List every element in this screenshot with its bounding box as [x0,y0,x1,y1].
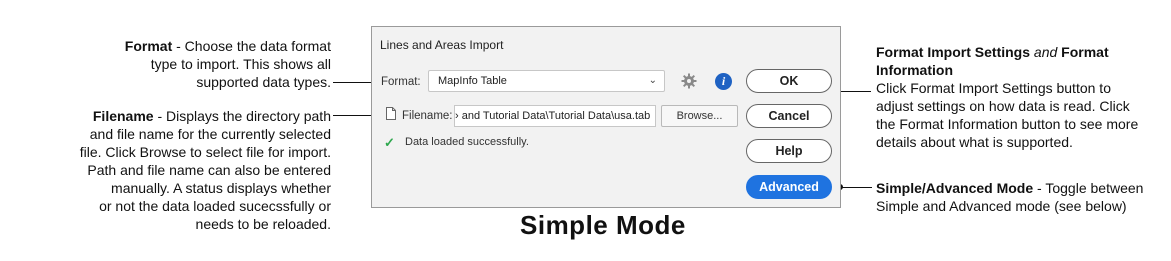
format-annotation-line: supported data types. [196,74,331,90]
settings-annotation-line: details about what is supported. [876,134,1073,150]
filename-annotation-line: file. Click Browse to select file for im… [79,144,331,160]
advanced-button[interactable]: Advanced [746,175,832,199]
mode-annotation-title: Simple/Advanced Mode [876,180,1034,196]
import-dialog: Lines and Areas Import Format: MapInfo T… [371,26,841,208]
mode-annotation: Simple/Advanced Mode - Toggle between Si… [876,179,1168,215]
settings-annotation-title1: Format Import Settings [876,44,1031,60]
cancel-button[interactable]: Cancel [746,104,832,128]
filename-label: Filename: [402,110,453,122]
format-annotation-line: - Choose the data format [176,38,331,54]
ok-button[interactable]: OK [746,69,832,93]
filename-leader-line [333,115,376,116]
chevron-down-icon: ⌄ [648,75,657,86]
format-leader-line [333,82,376,83]
dialog-title: Lines and Areas Import [380,38,504,52]
settings-annotation: Format Import Settings and Format Inform… [876,43,1168,151]
info-icon[interactable]: i [715,73,732,90]
filename-annotation-title: Filename [92,108,154,124]
browse-button[interactable]: Browse... [661,105,738,127]
format-annotation-title: Format [124,38,173,54]
filename-annotation-line: manually. A status displays whether [111,180,331,196]
mode-leader-line [840,187,872,188]
format-label: Format: [381,76,421,88]
filename-annotation-line: and file name for the currently selected [89,126,331,142]
mode-caption: Simple Mode [520,210,686,240]
format-annotation: Format - Choose the data format type to … [91,37,331,91]
help-button[interactable]: Help [746,139,832,163]
file-icon [386,107,396,120]
check-icon: ✓ [384,135,395,150]
settings-leader-line-vertical [870,91,871,92]
settings-annotation-and: and [1033,44,1058,60]
mode-annotation-line: - Toggle between [1037,180,1144,196]
settings-annotation-line: adjust settings on how data is read. Cli… [876,98,1130,114]
mode-annotation-line: Simple and Advanced mode (see below) [876,198,1127,214]
status-text: Data loaded successfully. [405,136,529,148]
filename-annotation-line: - Displays the directory path [157,108,331,124]
settings-annotation-line: the Format Information button to see mor… [876,116,1139,132]
format-select-value: MapInfo Table [438,75,507,87]
settings-annotation-line: Click Format Import Settings button to [876,80,1111,96]
format-select[interactable]: MapInfo Table ⌄ [428,70,665,92]
filename-annotation: Filename - Displays the directory path a… [31,107,331,233]
gear-icon[interactable] [681,73,697,89]
filename-annotation-line: Path and file name can also be entered [87,162,331,178]
filename-input[interactable]: › and Tutorial Data\Tutorial Data\usa.ta… [454,105,656,127]
filename-annotation-line: needs to be reloaded. [195,216,331,232]
filename-annotation-line: or not the data loaded sucecssfully or [99,198,331,214]
format-annotation-line: type to import. This shows all [150,56,331,72]
